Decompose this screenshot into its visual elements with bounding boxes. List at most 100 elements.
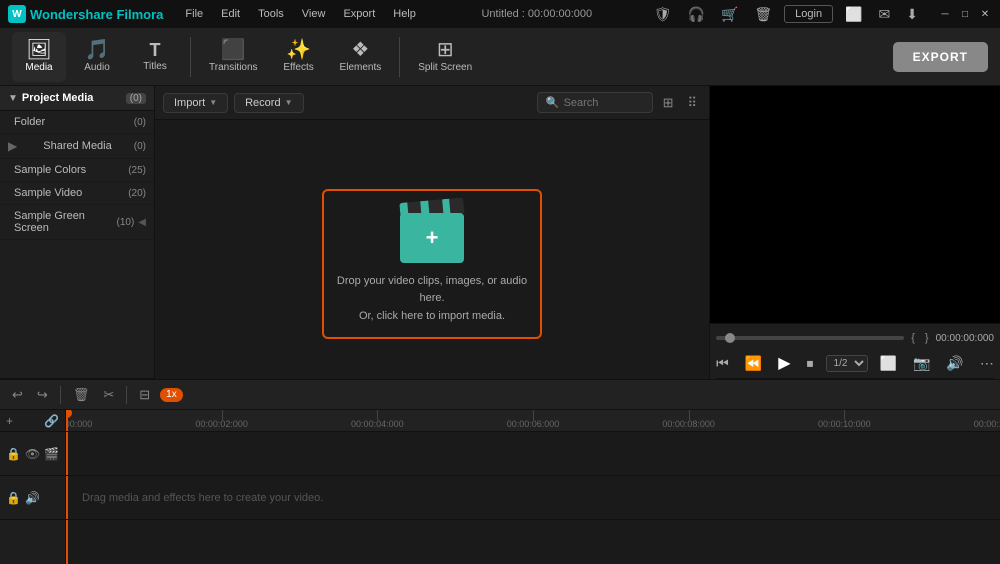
track-area: Drag media and effects here to create yo… xyxy=(66,432,1000,564)
add-track-button[interactable]: + xyxy=(6,414,13,428)
login-button[interactable]: Login xyxy=(784,5,833,23)
sample-colors-name: Sample Colors xyxy=(14,164,86,176)
trash-icon[interactable]: 🗑 xyxy=(750,4,776,25)
track-labels-header: + 🔗 xyxy=(0,410,65,432)
toolbar-divider-1 xyxy=(190,37,191,77)
menu-file[interactable]: File xyxy=(177,6,211,22)
filter-icon[interactable]: ⊞ xyxy=(659,93,678,113)
sample-green-screen-item[interactable]: Sample Green Screen (10) ◀ xyxy=(0,205,154,240)
collapse-arrow: ◀ xyxy=(138,217,146,228)
headset-icon[interactable]: 🎧 xyxy=(684,4,709,25)
maximize-button[interactable]: □ xyxy=(958,7,972,21)
stop-button[interactable]: ⏹ xyxy=(803,353,818,374)
folder-count: (0) xyxy=(134,117,146,128)
clapperboard-icon: + xyxy=(400,203,464,263)
shared-media-count: (0) xyxy=(134,141,146,152)
more-options-icon[interactable]: ⋯ xyxy=(976,353,998,374)
download-icon[interactable]: ⬇ xyxy=(902,4,922,25)
search-box[interactable]: 🔍 xyxy=(537,92,653,113)
toolbar-divider-2 xyxy=(399,37,400,77)
shared-media-item[interactable]: ▶ Shared Media (0) xyxy=(0,134,154,159)
menu-view[interactable]: View xyxy=(294,6,334,22)
preview-panel: { } 00:00:00:000 ⏮ ⏪ ▶ ⏹ 1/2 ⬜ 📷 🔊 ⋯ ⏺ ✂ xyxy=(710,86,1000,408)
video-icon: 🎬 xyxy=(44,447,59,461)
sample-colors-item[interactable]: Sample Colors (25) xyxy=(0,159,154,182)
search-icon: 🔍 xyxy=(546,96,560,109)
menu-edit[interactable]: Edit xyxy=(213,6,248,22)
preview-time: 00:00:00:000 xyxy=(936,333,994,344)
tool-effects[interactable]: ✨ Effects xyxy=(272,32,326,82)
snapshot-button[interactable]: 📷 xyxy=(909,353,934,374)
timeline-toolbar: ↩ ↪ 🗑 ✂ ⊟ 1x xyxy=(0,380,1000,410)
play-button[interactable]: ▶ xyxy=(774,351,794,375)
shield-icon[interactable]: 🛡 xyxy=(650,4,676,25)
track-labels: + 🔗 🔒 👁 🎬 🔒 🔊 xyxy=(0,410,66,564)
minimize-button[interactable]: ─ xyxy=(938,7,952,21)
playhead-marker xyxy=(66,410,72,418)
audio-eye-icon[interactable]: 🔊 xyxy=(25,491,40,505)
title-bar-right: 🛡 🎧 🛒 🗑 Login ⬜ ✉ ⬇ ─ □ ✕ xyxy=(650,4,992,25)
split-button[interactable]: ⊟ xyxy=(135,385,154,405)
tool-elements[interactable]: ❖ Elements xyxy=(330,32,392,82)
menu-help[interactable]: Help xyxy=(385,6,424,22)
cart-icon[interactable]: 🛒 xyxy=(717,4,742,25)
menu-tools[interactable]: Tools xyxy=(250,6,292,22)
shared-media-name: Shared Media xyxy=(43,140,112,152)
tool-media[interactable]: 🖼 Media xyxy=(12,32,66,82)
email-icon[interactable]: ✉ xyxy=(875,4,895,25)
tool-split-screen[interactable]: ⊞ Split Screen xyxy=(408,32,482,82)
timeline-body: + 🔗 🔒 👁 🎬 🔒 🔊 00:00:00:00000:00:02:00000… xyxy=(0,410,1000,564)
timeline-ruler[interactable]: 00:00:00:00000:00:02:00000:00:04:00000:0… xyxy=(66,410,1000,432)
import-button[interactable]: Import ▼ xyxy=(163,93,228,113)
drop-zone[interactable]: + Drop your video clips, images, or audi… xyxy=(322,189,542,339)
redo-button[interactable]: ↪ xyxy=(33,385,52,405)
menu-export[interactable]: Export xyxy=(335,6,383,22)
link-tracks-button[interactable]: 🔗 xyxy=(44,414,59,428)
step-back-button[interactable]: ⏪ xyxy=(741,353,766,374)
tool-audio[interactable]: 🎵 Audio xyxy=(70,32,124,82)
left-panel: ▼ Project Media (0) Folder (0) ▶ Shared … xyxy=(0,86,155,408)
speed-select[interactable]: 1/2 xyxy=(826,355,868,372)
transitions-icon: ⬛ xyxy=(221,40,246,60)
bracket-left[interactable]: { xyxy=(908,332,918,344)
skip-back-button[interactable]: ⏮ xyxy=(712,353,733,374)
preview-scrubber[interactable] xyxy=(716,336,904,340)
menu-bar: File Edit Tools View Export Help xyxy=(177,6,423,22)
bracket-right[interactable]: } xyxy=(922,332,932,344)
drop-area[interactable]: + Drop your video clips, images, or audi… xyxy=(155,120,709,408)
empty-track-message: Drag media and effects here to create yo… xyxy=(82,492,323,504)
scissors-button[interactable]: ✂ xyxy=(99,385,118,405)
fullscreen-icon[interactable]: ⬜ xyxy=(841,4,866,25)
playhead[interactable] xyxy=(66,410,68,431)
preview-buttons: ⏮ ⏪ ▶ ⏹ 1/2 ⬜ 📷 🔊 ⋯ xyxy=(716,348,994,378)
eye-icon[interactable]: 👁 xyxy=(25,447,40,461)
lock-icon[interactable]: 🔒 xyxy=(6,447,21,461)
timeline-content: 00:00:00:00000:00:02:00000:00:04:00000:0… xyxy=(66,410,1000,564)
export-button[interactable]: EXPORT xyxy=(893,42,988,72)
close-button[interactable]: ✕ xyxy=(978,7,992,21)
preview-scrubber-container: { } 00:00:00:000 xyxy=(716,328,994,348)
delete-button[interactable]: 🗑 xyxy=(69,385,94,405)
sample-video-count: (20) xyxy=(128,188,146,199)
sample-green-screen-name: Sample Green Screen xyxy=(14,210,117,234)
folder-item[interactable]: Folder (0) xyxy=(0,111,154,134)
ruler-label: 00:00:06:000 xyxy=(507,419,560,429)
scrubber-handle[interactable] xyxy=(725,333,735,343)
sample-video-item[interactable]: Sample Video (20) xyxy=(0,182,154,205)
fullscreen-button[interactable]: ⬜ xyxy=(876,353,901,374)
ruler-label: 00:00:12:000 xyxy=(974,419,1000,429)
volume-icon[interactable]: 🔊 xyxy=(942,353,967,374)
audio-lock-icon[interactable]: 🔒 xyxy=(6,491,21,505)
grid-view-icon[interactable]: ⠿ xyxy=(683,93,701,113)
ruler-label: 00:00:02:000 xyxy=(195,419,248,429)
project-media-header[interactable]: ▼ Project Media (0) xyxy=(0,86,154,111)
search-input[interactable] xyxy=(564,97,644,109)
undo-button[interactable]: ↩ xyxy=(8,385,27,405)
record-chevron: ▼ xyxy=(285,98,293,107)
timeline: ↩ ↪ 🗑 ✂ ⊟ 1x + 🔗 🔒 👁 🎬 🔒 🔊 xyxy=(0,379,1000,564)
tool-titles[interactable]: T Titles xyxy=(128,32,182,82)
tool-transitions[interactable]: ⬛ Transitions xyxy=(199,32,268,82)
record-button[interactable]: Record ▼ xyxy=(234,93,303,113)
tool-transitions-label: Transitions xyxy=(209,62,258,73)
elements-icon: ❖ xyxy=(351,40,369,60)
